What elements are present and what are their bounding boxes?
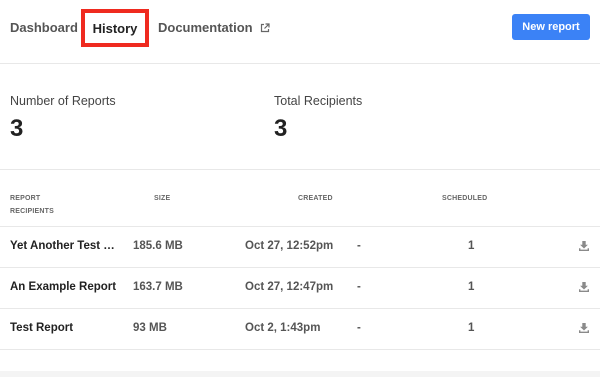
- header-recipients[interactable]: RECIPIENTS: [10, 208, 54, 215]
- table-header: REPORT RECIPIENTS SIZE CREATED SCHEDULED: [0, 171, 600, 227]
- report-size: 93 MB: [133, 322, 167, 334]
- summary-stats: Number of Reports 3 Total Recipients 3: [0, 65, 600, 170]
- report-scheduled: 1: [468, 240, 475, 252]
- stat-total-recipients: Total Recipients 3: [274, 94, 362, 143]
- nav-documentation[interactable]: Documentation: [158, 20, 270, 35]
- new-report-button[interactable]: New report: [512, 14, 590, 40]
- header-size[interactable]: SIZE: [154, 195, 170, 202]
- stat-label: Total Recipients: [274, 94, 363, 108]
- header-report[interactable]: REPORT: [10, 195, 40, 202]
- report-scheduled: 1: [468, 322, 475, 334]
- stat-label: Number of Reports: [10, 94, 116, 108]
- stat-value: 3: [274, 115, 288, 142]
- report-recipients: -: [357, 322, 361, 334]
- table-row[interactable]: Test Report 93 MB Oct 2, 1:43pm - 1: [0, 309, 600, 350]
- download-icon[interactable]: [578, 240, 590, 252]
- external-link-icon: [260, 22, 270, 32]
- nav-documentation-label: Documentation: [158, 20, 253, 35]
- report-recipients: -: [357, 281, 361, 293]
- table-row[interactable]: Yet Another Test Report 185.6 MB Oct 27,…: [0, 227, 600, 268]
- report-size: 185.6 MB: [133, 240, 183, 252]
- page-bottom-edge: [0, 371, 600, 377]
- report-recipients: -: [357, 240, 361, 252]
- report-scheduled: 1: [468, 281, 475, 293]
- stat-value: 3: [10, 115, 24, 142]
- header-scheduled[interactable]: SCHEDULED: [442, 195, 487, 202]
- nav-history[interactable]: History: [81, 9, 149, 47]
- report-name[interactable]: Yet Another Test Report: [10, 240, 122, 252]
- report-size: 163.7 MB: [133, 281, 183, 293]
- report-created: Oct 2, 1:43pm: [245, 322, 321, 334]
- report-created: Oct 27, 12:52pm: [245, 240, 334, 252]
- stat-number-of-reports: Number of Reports 3: [10, 94, 116, 143]
- nav-dashboard[interactable]: Dashboard: [10, 20, 78, 35]
- table-row[interactable]: An Example Report 163.7 MB Oct 27, 12:47…: [0, 268, 600, 309]
- report-name[interactable]: An Example Report: [10, 281, 122, 293]
- report-name[interactable]: Test Report: [10, 322, 122, 334]
- report-created: Oct 27, 12:47pm: [245, 281, 334, 293]
- header-created[interactable]: CREATED: [298, 195, 333, 202]
- top-navigation: Dashboard History Documentation New repo…: [0, 0, 600, 64]
- download-icon[interactable]: [578, 322, 590, 334]
- download-icon[interactable]: [578, 281, 590, 293]
